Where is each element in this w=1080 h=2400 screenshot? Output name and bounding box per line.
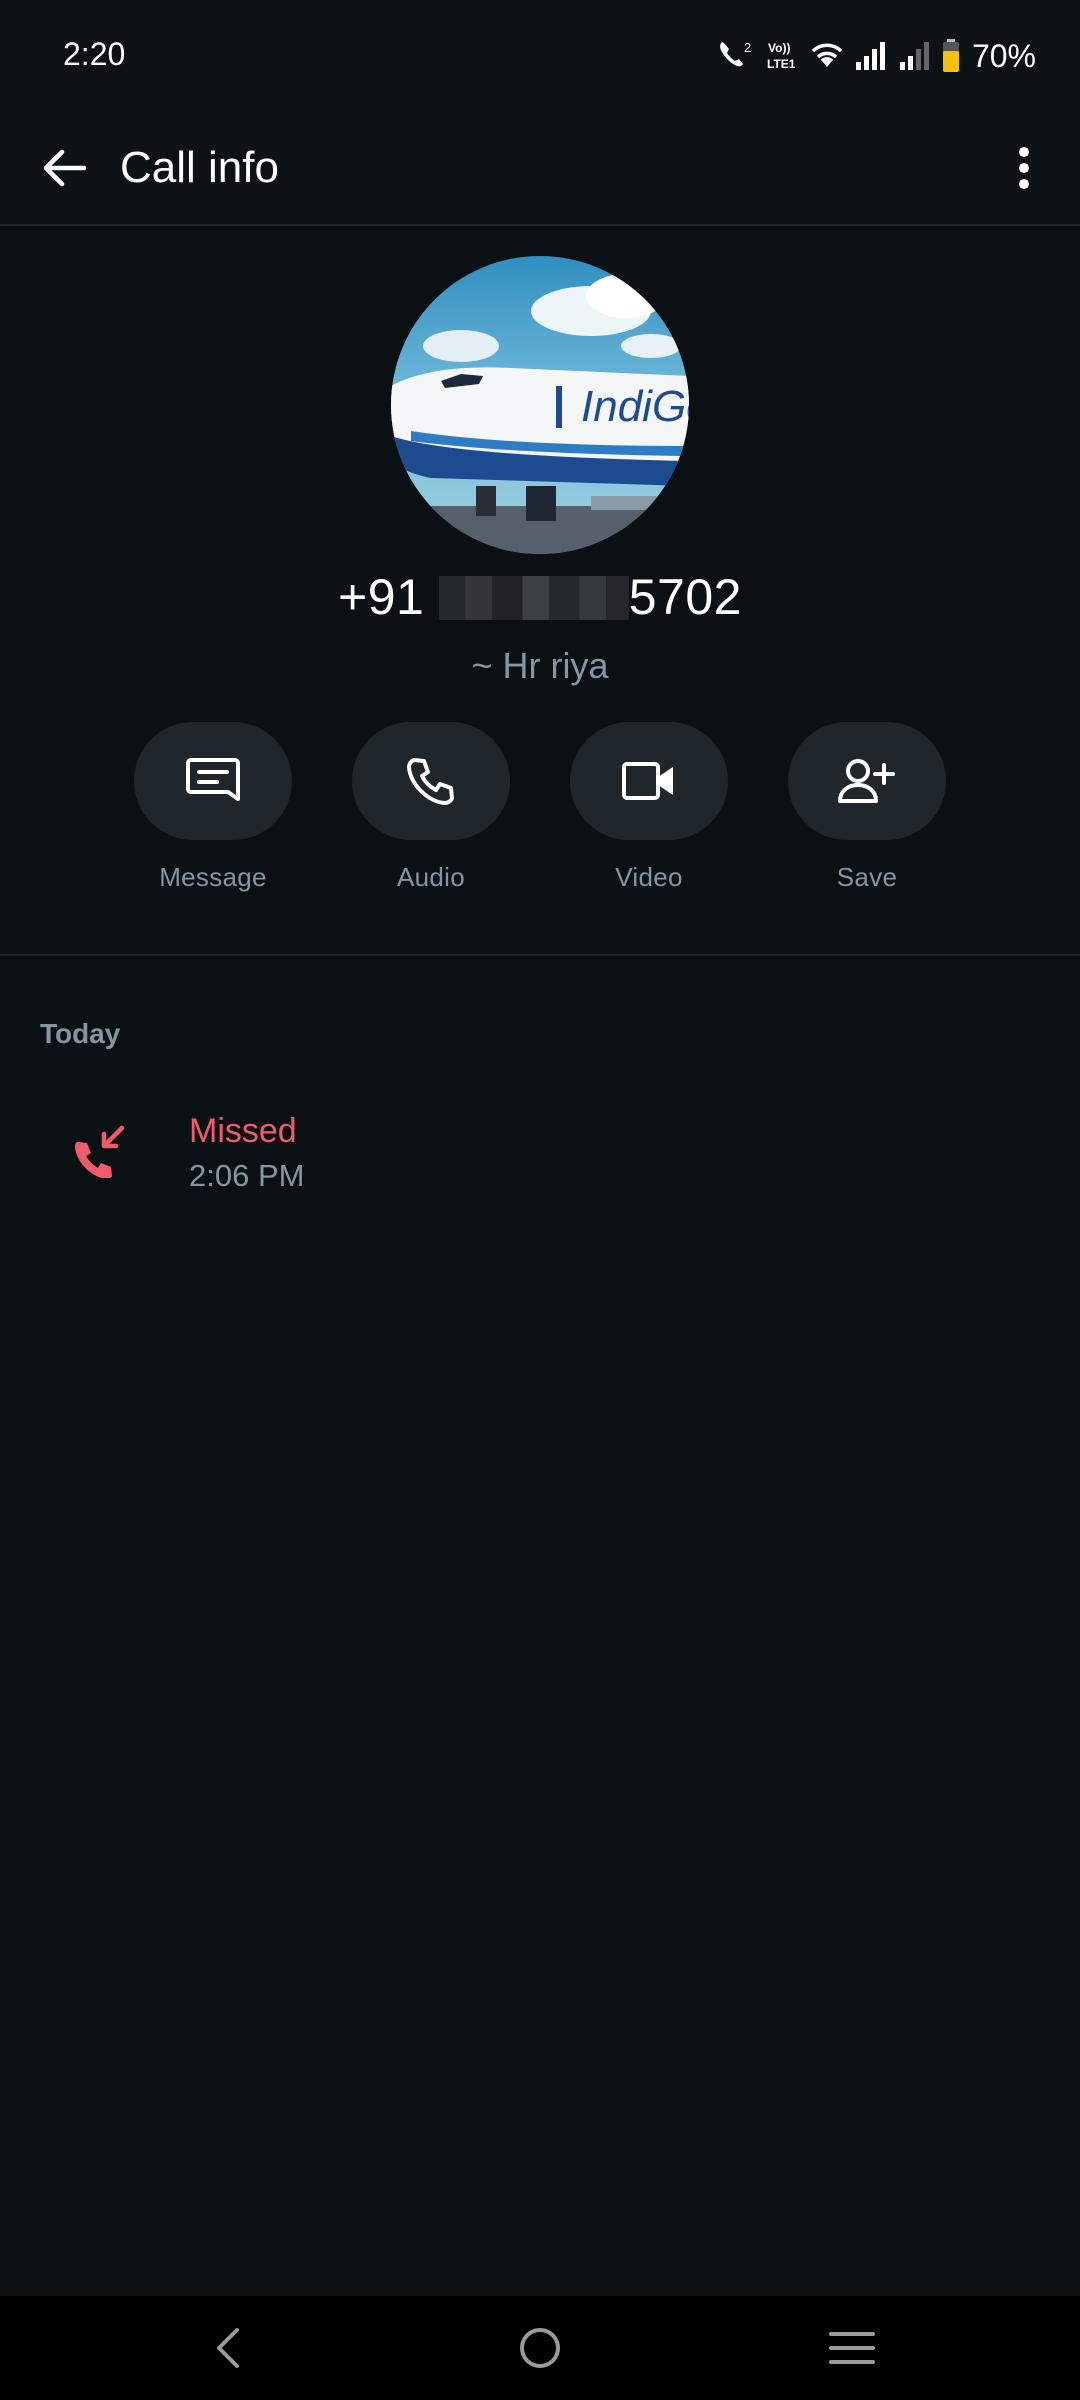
video-call-button-circle[interactable] <box>570 722 728 840</box>
audio-call-button-circle[interactable] <box>352 722 510 840</box>
nav-back-icon <box>217 2328 239 2368</box>
battery-icon <box>942 39 960 73</box>
message-button-circle[interactable] <box>134 722 292 840</box>
video-icon <box>622 762 673 800</box>
nav-back-button[interactable] <box>198 2318 258 2378</box>
audio-label: Audio <box>397 862 465 892</box>
phone-icon <box>407 758 454 805</box>
svg-text:Vo)): Vo)) <box>768 41 790 55</box>
wifi-calling-icon: 2 <box>716 38 756 74</box>
section-divider <box>0 954 1080 956</box>
system-nav-bar <box>0 2296 1080 2400</box>
save-contact-button[interactable]: Save <box>787 722 947 893</box>
history-section-title: Today <box>40 1018 121 1049</box>
nav-home-icon <box>520 2328 560 2368</box>
add-person-icon <box>838 759 895 803</box>
save-label: Save <box>836 862 898 892</box>
nav-home-button[interactable] <box>510 2318 570 2378</box>
call-status: Missed <box>189 1112 297 1150</box>
contact-phone-number: +91 5702 <box>0 563 1080 631</box>
status-icons: 2 Vo)) LTE1 70% <box>716 36 1036 76</box>
svg-text:IndiGo: IndiGo <box>581 382 689 431</box>
contact-name: ~ Hr riya <box>471 645 609 686</box>
phone-prefix: +91 <box>338 569 439 625</box>
arrow-back-icon <box>43 149 86 187</box>
save-contact-button-circle[interactable] <box>788 722 946 840</box>
battery-percent: 70% <box>971 37 1036 74</box>
message-button[interactable]: Message <box>133 722 293 893</box>
call-time: 2:06 PM <box>189 1158 305 1193</box>
call-history-row[interactable]: Missed 2:06 PM <box>0 1100 1080 1210</box>
signal-icon <box>854 40 888 72</box>
signal-weak-icon <box>898 40 932 72</box>
nav-recents-button[interactable] <box>822 2318 882 2378</box>
action-buttons: Message Audio Video Save <box>0 722 1080 902</box>
phone-suffix: 5702 <box>628 569 742 625</box>
video-call-button[interactable]: Video <box>569 722 729 893</box>
audio-call-button[interactable]: Audio <box>351 722 511 893</box>
wifi-icon <box>810 41 844 71</box>
svg-text:LTE1: LTE1 <box>767 57 796 71</box>
status-bar: 2:20 2 Vo)) LTE1 70% <box>0 0 1080 112</box>
message-label: Message <box>159 862 267 892</box>
svg-text:2: 2 <box>744 40 751 55</box>
contact-avatar[interactable]: IndiGo <box>391 256 689 554</box>
status-time: 2:20 <box>63 36 126 72</box>
app-bar: Call info <box>0 112 1080 226</box>
page-title: Call info <box>120 143 279 192</box>
call-info-screen: 2:20 2 Vo)) LTE1 70% Call info IndiG +91… <box>0 0 1080 2400</box>
back-button[interactable] <box>30 134 98 202</box>
more-vert-icon <box>1019 147 1029 189</box>
volte-icon: Vo)) LTE1 <box>766 38 800 74</box>
more-options-button[interactable] <box>990 134 1058 202</box>
video-label: Video <box>615 862 683 892</box>
message-icon <box>186 758 240 801</box>
redacted-digits <box>438 576 629 620</box>
missed-call-icon <box>70 1120 130 1180</box>
nav-menu-icon <box>829 2332 875 2364</box>
